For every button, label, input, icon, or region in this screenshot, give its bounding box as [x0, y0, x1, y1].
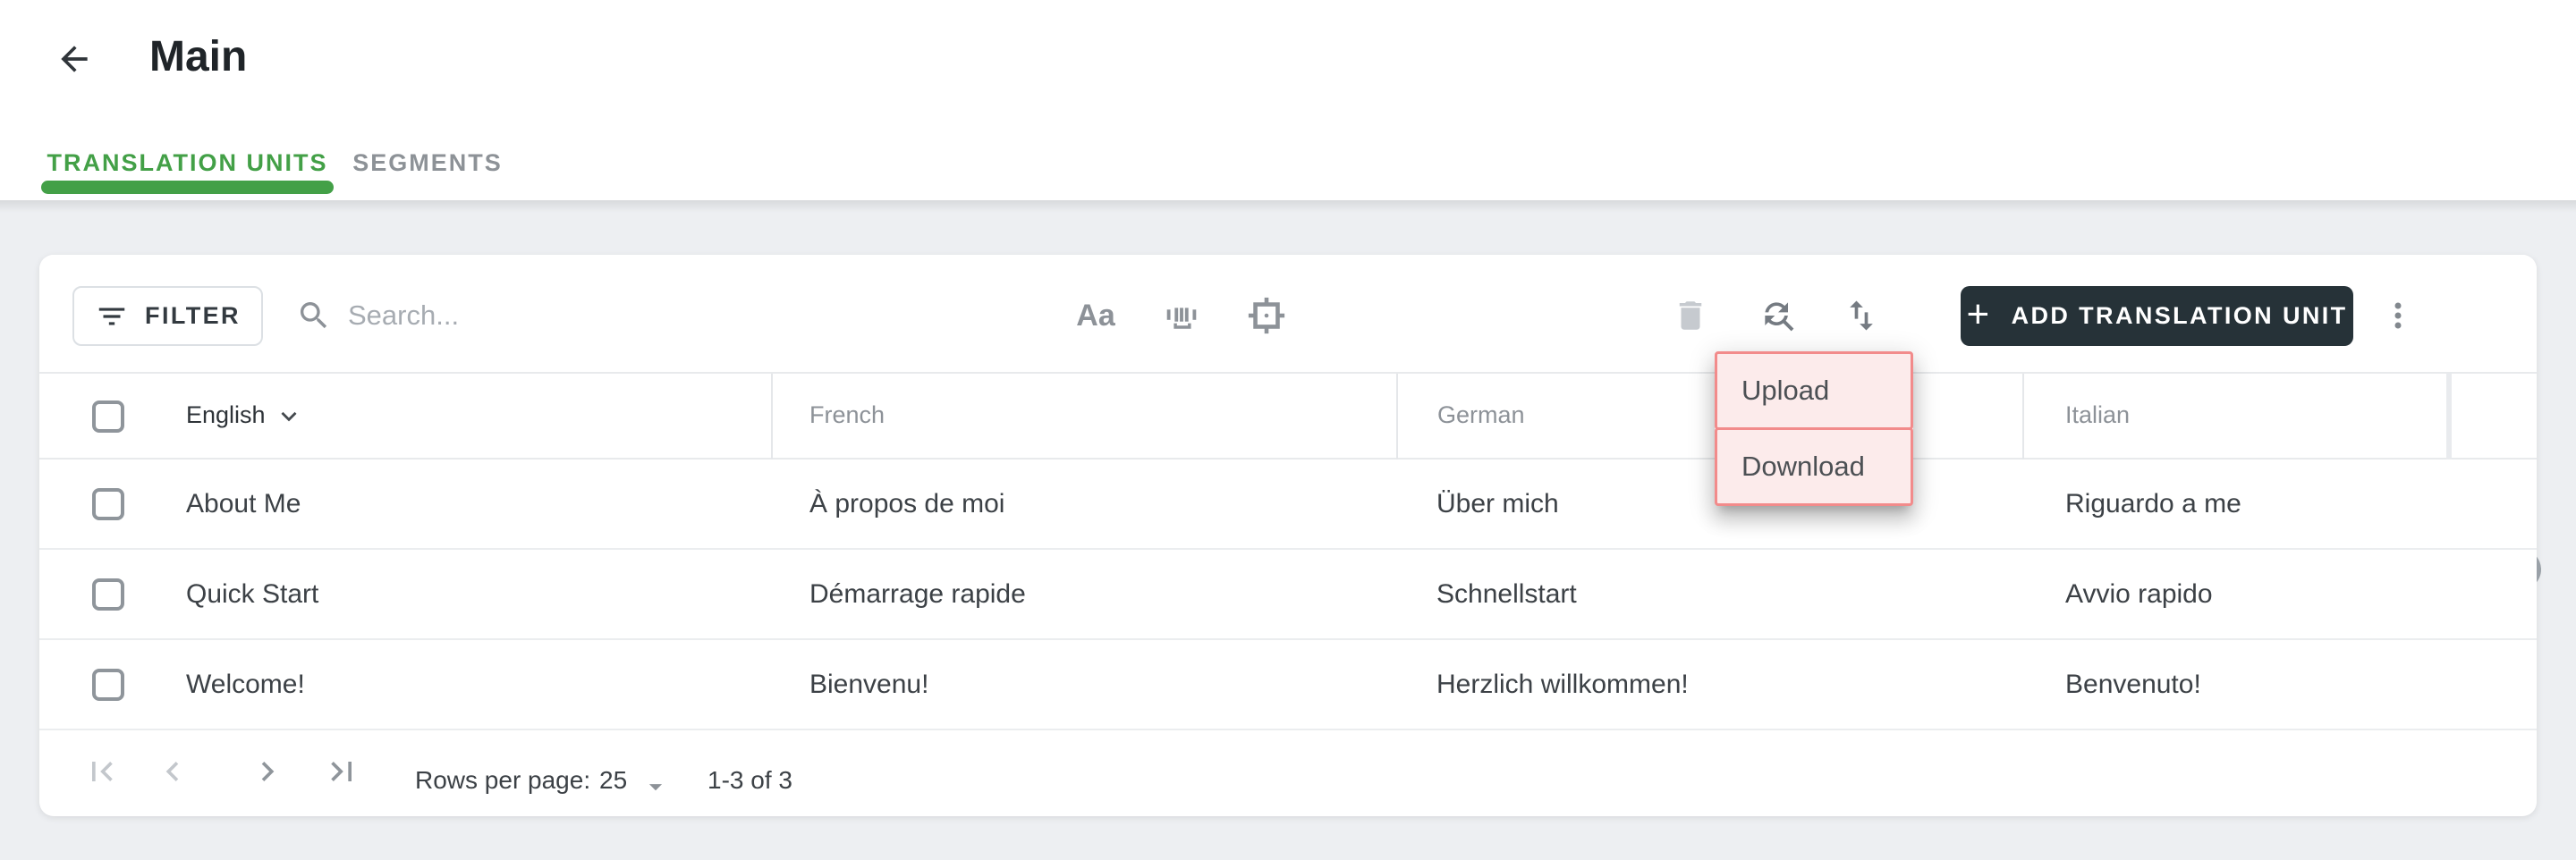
delete-button[interactable] — [1671, 296, 1710, 335]
column-header-italian[interactable]: Italian — [2065, 401, 2130, 429]
row-checkbox[interactable] — [92, 578, 124, 611]
add-translation-unit-button[interactable]: + ADD TRANSLATION UNIT — [1961, 286, 2353, 346]
cell-english: About Me — [186, 489, 301, 519]
table-toolbar: FILTER Aa — [39, 255, 2541, 590]
match-case-icon: Aa — [1076, 298, 1115, 333]
cell-italian: Avvio rapido — [2065, 579, 2213, 609]
cell-italian: Riguardo a me — [2065, 489, 2241, 519]
cell-italian: Benvenuto! — [2065, 670, 2201, 699]
import-export-icon — [1842, 296, 1881, 335]
previous-page-button[interactable] — [153, 752, 192, 791]
menu-item-download[interactable]: Download — [1715, 427, 1913, 506]
row-checkbox[interactable] — [92, 488, 124, 520]
app-header: Main TRANSLATION UNITS SEGMENTS — [0, 0, 2576, 200]
menu-item-label: Download — [1741, 451, 1865, 482]
first-page-button[interactable] — [82, 752, 122, 791]
tab-label: SEGMENTS — [352, 148, 503, 176]
column-header-german[interactable]: German — [1437, 401, 1525, 429]
match-word-toggle[interactable] — [1162, 296, 1201, 335]
search-input[interactable] — [348, 299, 849, 332]
find-replace-icon — [1758, 296, 1798, 335]
table-header-row: English French German Italian — [39, 374, 2537, 460]
match-word-icon — [1161, 295, 1202, 336]
import-export-menu: Upload Download — [1715, 351, 1913, 506]
cell-french: À propos de moi — [809, 489, 1005, 519]
pagination-range: 1-3 of 3 — [708, 766, 792, 794]
header-shadow — [0, 200, 2576, 213]
menu-item-label: Upload — [1741, 375, 1830, 406]
tab-segments[interactable]: SEGMENTS — [352, 143, 501, 182]
translation-units-panel: FILTER Aa — [39, 255, 2541, 816]
add-translation-unit-label: ADD TRANSLATION UNIT — [2011, 302, 2348, 329]
row-checkbox[interactable] — [92, 669, 124, 701]
more-options-button[interactable] — [2378, 296, 2418, 335]
menu-item-upload[interactable]: Upload — [1715, 351, 1913, 430]
table-row[interactable]: About Me À propos de moi Über mich Rigua… — [39, 460, 2537, 550]
select-frame-toggle[interactable] — [1247, 296, 1286, 335]
cell-german: Herzlich willkommen! — [1436, 670, 1689, 699]
arrow-dropdown-icon[interactable] — [640, 771, 671, 802]
rows-per-page-value[interactable]: 25 — [599, 766, 627, 795]
more-vert-icon — [2380, 298, 2416, 333]
match-case-toggle[interactable]: Aa — [1059, 284, 1132, 347]
table-pagination: Rows per page: 25 1-3 of 3 — [39, 730, 2537, 814]
filter-list-icon — [95, 299, 129, 333]
page-title: Main — [149, 33, 248, 80]
column-header-english[interactable]: English — [186, 401, 266, 429]
rows-per-page-label: Rows per page: — [415, 766, 591, 794]
select-frame-icon — [1246, 295, 1287, 336]
delete-icon — [1672, 297, 1709, 334]
plus-icon: + — [1966, 291, 1992, 336]
import-export-button[interactable] — [1842, 296, 1881, 335]
cell-french: Démarrage rapide — [809, 579, 1026, 609]
search-icon — [296, 298, 332, 333]
search-box — [296, 289, 922, 342]
filter-button-label: FILTER — [145, 302, 241, 329]
cell-german: Schnellstart — [1436, 579, 1577, 609]
column-header-french[interactable]: French — [809, 401, 885, 429]
find-replace-button[interactable] — [1758, 296, 1798, 335]
table-row[interactable]: Welcome! Bienvenu! Herzlich willkommen! … — [39, 640, 2537, 730]
back-button[interactable] — [55, 39, 94, 79]
cell-english: Welcome! — [186, 670, 305, 699]
next-page-button[interactable] — [248, 752, 287, 791]
arrow-back-icon — [55, 39, 94, 79]
select-all-checkbox[interactable] — [92, 400, 124, 433]
tab-label: TRANSLATION UNITS — [47, 148, 328, 176]
cell-french: Bienvenu! — [809, 670, 929, 699]
cell-english: Quick Start — [186, 579, 319, 609]
cell-german: Über mich — [1436, 489, 1559, 519]
active-tab-indicator — [41, 181, 334, 194]
filter-button[interactable]: FILTER — [72, 286, 263, 346]
tab-translation-units[interactable]: TRANSLATION UNITS — [41, 143, 334, 182]
last-page-button[interactable] — [322, 752, 361, 791]
sort-desc-icon[interactable] — [274, 396, 304, 426]
table-row[interactable]: Quick Start Démarrage rapide Schnellstar… — [39, 550, 2537, 640]
